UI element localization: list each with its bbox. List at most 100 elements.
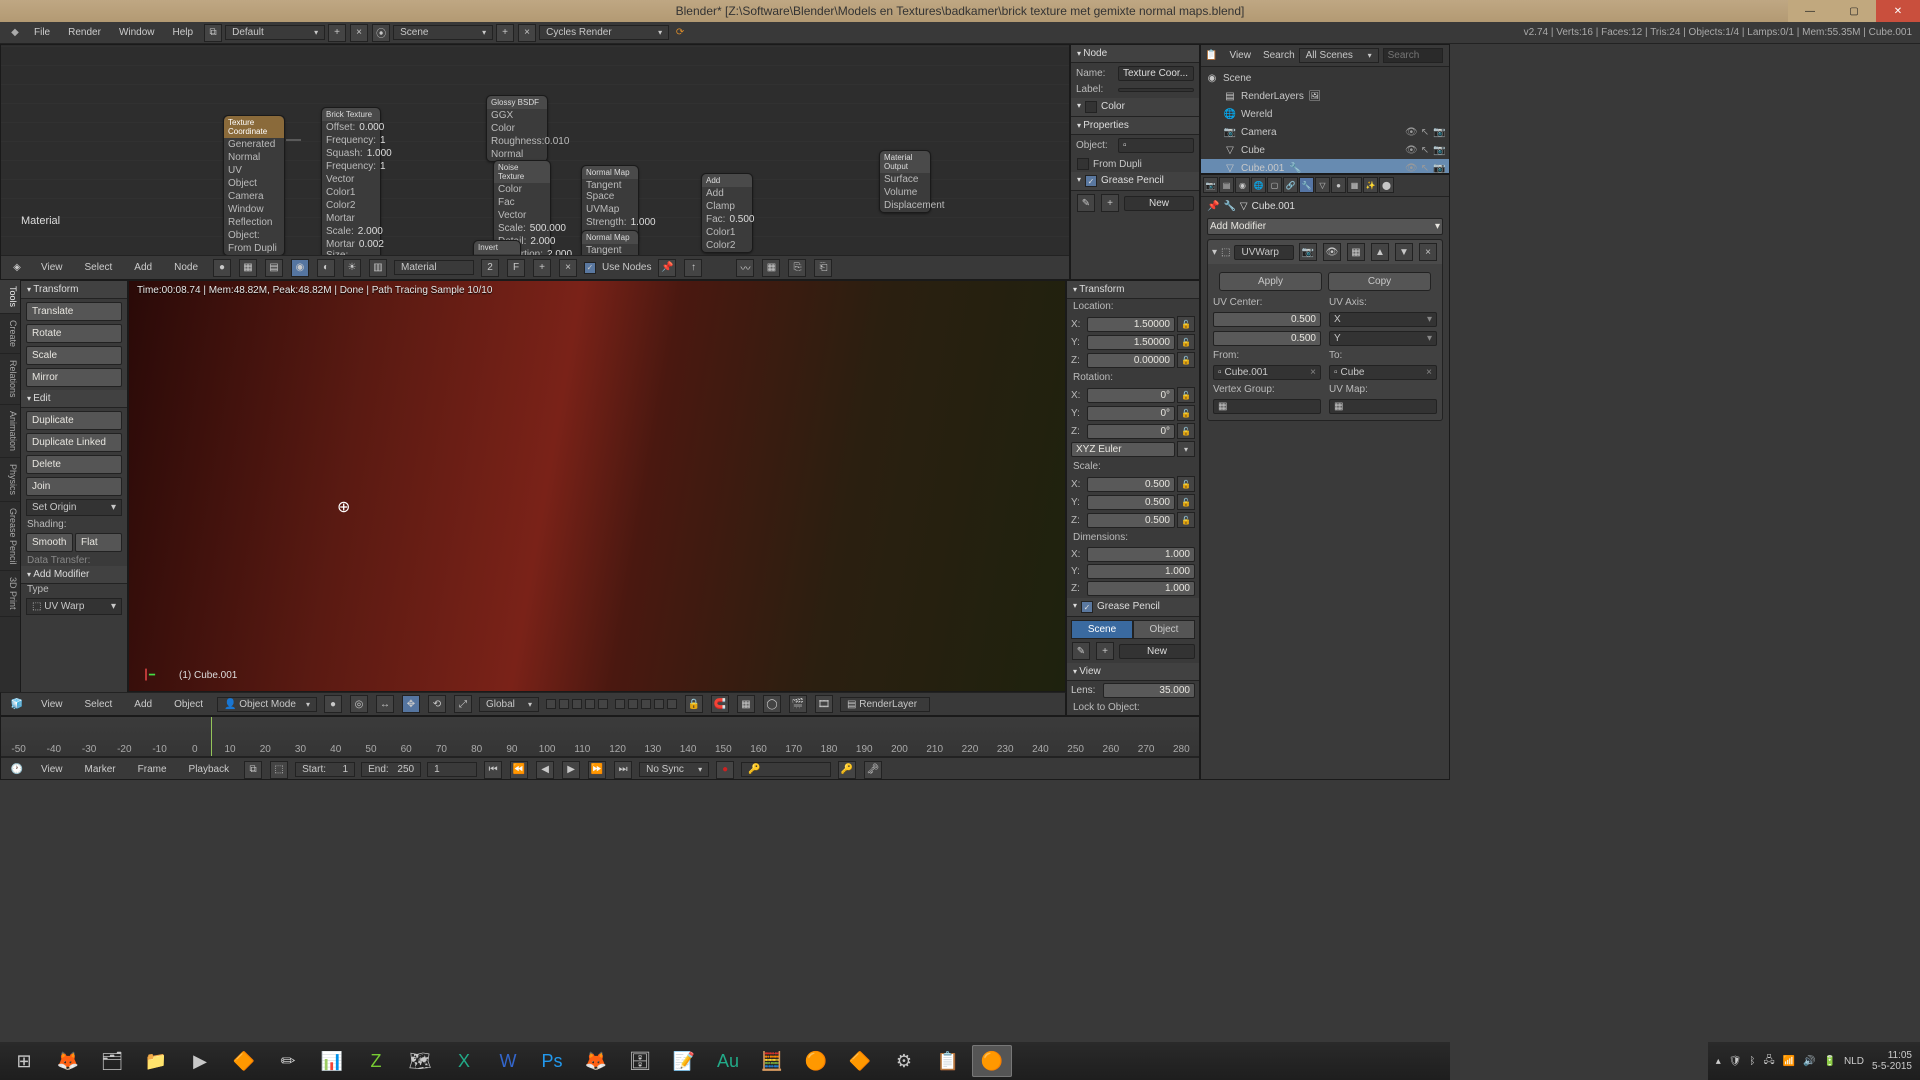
material-users[interactable]: 2: [481, 259, 499, 277]
prop-tab-constraints[interactable]: 🔗: [1283, 177, 1298, 193]
view3d-menu-view[interactable]: View: [33, 697, 71, 712]
gp-browse-icon[interactable]: ✎: [1072, 642, 1090, 660]
use-nodes-checkbox[interactable]: ✓: [584, 262, 596, 274]
gimp-icon[interactable]: 🦊: [576, 1045, 616, 1077]
prop-tab-material[interactable]: ●: [1331, 177, 1346, 193]
prop-tab-scene[interactable]: ◉: [1235, 177, 1250, 193]
app2-icon[interactable]: 🗺: [400, 1045, 440, 1077]
render-engine-dropdown[interactable]: Cycles Render▾: [539, 25, 669, 40]
duplicate-linked-button[interactable]: Duplicate Linked: [26, 433, 122, 452]
mirror-button[interactable]: Mirror: [26, 368, 122, 387]
tab-physics[interactable]: Physics: [0, 458, 20, 502]
material-name-field[interactable]: Material: [394, 260, 474, 275]
scene-dropdown[interactable]: Scene▾: [393, 25, 493, 40]
start-button-icon[interactable]: ⊞: [4, 1045, 44, 1077]
notepad-icon[interactable]: 📝: [664, 1045, 704, 1077]
outliner-cube-row[interactable]: ▽Cube👁↖📷: [1201, 141, 1449, 159]
node-menu-select[interactable]: Select: [77, 260, 121, 275]
node-material-output[interactable]: Material Output Surface Volume Displacem…: [879, 150, 931, 213]
prop-tab-world[interactable]: 🌐: [1251, 177, 1266, 193]
scale-y-field[interactable]: 0.500: [1087, 495, 1175, 510]
media-player-icon[interactable]: ▶: [180, 1045, 220, 1077]
3d-viewport[interactable]: Time:00:08.74 | Mem:48.82M, Peak:48.82M …: [128, 280, 1066, 692]
minimize-button[interactable]: —: [1788, 0, 1832, 22]
tray-wifi-icon[interactable]: 📶: [1783, 1056, 1795, 1067]
gp-new-button[interactable]: New: [1119, 644, 1195, 659]
menu-window[interactable]: Window: [111, 25, 163, 40]
add-layout-icon[interactable]: +: [328, 24, 346, 42]
tl-use-range-icon[interactable]: ⬚: [270, 761, 288, 779]
render-layer-dropdown[interactable]: ▤ RenderLayer: [840, 697, 930, 712]
tray-battery-icon[interactable]: 🔋: [1824, 1056, 1836, 1067]
snap-toggle-icon[interactable]: 🧲: [711, 695, 729, 713]
tray-network-icon[interactable]: 🖧: [1763, 1053, 1774, 1070]
flat-button[interactable]: Flat: [75, 533, 122, 552]
world-data-icon[interactable]: ◐: [317, 259, 335, 277]
node-object-field[interactable]: ▫: [1118, 138, 1194, 153]
lock-icon[interactable]: 🔓: [1177, 476, 1195, 492]
paste-nodes-icon[interactable]: ⎗: [814, 259, 832, 277]
tl-menu-frame[interactable]: Frame: [130, 762, 175, 777]
tray-chevron-icon[interactable]: ▴: [1716, 1056, 1721, 1067]
scale-x-field[interactable]: 0.500: [1087, 477, 1175, 492]
timeline-canvas[interactable]: -50-40-30-20-100102030405060708090100110…: [1, 717, 1199, 757]
prop-tab-render[interactable]: 📷: [1203, 177, 1218, 193]
sketch-icon[interactable]: ✏: [268, 1045, 308, 1077]
outliner-world-row[interactable]: 🌐Wereld: [1201, 105, 1449, 123]
uv-center-x-field[interactable]: 0.500: [1213, 312, 1321, 327]
keying-set-field[interactable]: 🔑: [741, 762, 831, 777]
gp-new-button[interactable]: New: [1124, 196, 1194, 211]
view3d-menu-object[interactable]: Object: [166, 697, 211, 712]
from-dupli-checkbox[interactable]: [1077, 158, 1089, 170]
app3-icon[interactable]: 🔶: [840, 1045, 880, 1077]
start-frame-field[interactable]: Start:1: [295, 762, 355, 777]
manipulator-icon[interactable]: ↔: [376, 695, 394, 713]
lock-icon[interactable]: 🔓: [1177, 387, 1195, 403]
tray-clock[interactable]: 11:055-5-2015: [1872, 1050, 1912, 1072]
view3d-menu-select[interactable]: Select: [77, 697, 121, 712]
play-reverse-icon[interactable]: ◀: [536, 761, 554, 779]
manipulator-scale-icon[interactable]: ⤢: [454, 695, 472, 713]
material-add-icon[interactable]: +: [533, 259, 551, 277]
blender-task-icon[interactable]: 🟠: [796, 1045, 836, 1077]
prop-tab-physics[interactable]: ⬤: [1379, 177, 1394, 193]
app-icon[interactable]: 📊: [312, 1045, 352, 1077]
word-icon[interactable]: W: [488, 1045, 528, 1077]
node-name-field[interactable]: Texture Coor...: [1118, 66, 1194, 81]
menu-help[interactable]: Help: [165, 25, 202, 40]
smooth-button[interactable]: Smooth: [26, 533, 73, 552]
collapse-icon[interactable]: ▾: [1212, 247, 1217, 258]
lock-icon[interactable]: 🔓: [1177, 316, 1195, 332]
gp-add-icon[interactable]: +: [1096, 642, 1114, 660]
modifier-type-dropdown[interactable]: ⬚ UV Warp▾: [26, 598, 122, 615]
snap-type-icon[interactable]: ▦: [762, 259, 780, 277]
blender-icon[interactable]: ◆: [6, 27, 24, 38]
auto-key-icon[interactable]: ●: [716, 761, 734, 779]
from-object-field[interactable]: ▫Cube.001×: [1213, 365, 1321, 380]
translate-button[interactable]: Translate: [26, 302, 122, 321]
back-to-previous-icon[interactable]: ⧉: [204, 24, 222, 42]
lock-icon[interactable]: 🔓: [1177, 512, 1195, 528]
loc-x-field[interactable]: 1.50000: [1087, 317, 1175, 332]
loc-z-field[interactable]: 0.00000: [1087, 353, 1175, 368]
insert-key-icon[interactable]: 🔑: [838, 761, 856, 779]
obj-data-icon[interactable]: ◉: [291, 259, 309, 277]
gp-add-icon[interactable]: +: [1101, 194, 1119, 212]
editor-type-3d-icon[interactable]: 🧊: [7, 699, 27, 710]
gp-browse-icon[interactable]: ✎: [1077, 194, 1095, 212]
node-label-field[interactable]: [1118, 88, 1194, 92]
prop-tab-renderlayers[interactable]: ▤: [1219, 177, 1234, 193]
node-texture-coordinate[interactable]: Texture Coordinate Generated Normal UV O…: [223, 115, 285, 256]
tray-lang[interactable]: NLD: [1844, 1056, 1864, 1067]
rotation-mode-dropdown[interactable]: XYZ Euler: [1071, 442, 1175, 457]
outliner-scene-row[interactable]: ◉Scene: [1201, 69, 1449, 87]
tray-volume-icon[interactable]: 🔊: [1803, 1056, 1815, 1067]
app4-icon[interactable]: 📋: [928, 1045, 968, 1077]
node-color-checkbox[interactable]: [1085, 101, 1097, 113]
gp-scene-tab[interactable]: Scene: [1071, 620, 1133, 639]
gp-checkbox[interactable]: ✓: [1085, 175, 1097, 187]
lock-icon[interactable]: 🔓: [1177, 334, 1195, 350]
zim-icon[interactable]: Z: [356, 1045, 396, 1077]
editor-type-icon[interactable]: ◈: [7, 262, 27, 273]
duplicate-button[interactable]: Duplicate: [26, 411, 122, 430]
